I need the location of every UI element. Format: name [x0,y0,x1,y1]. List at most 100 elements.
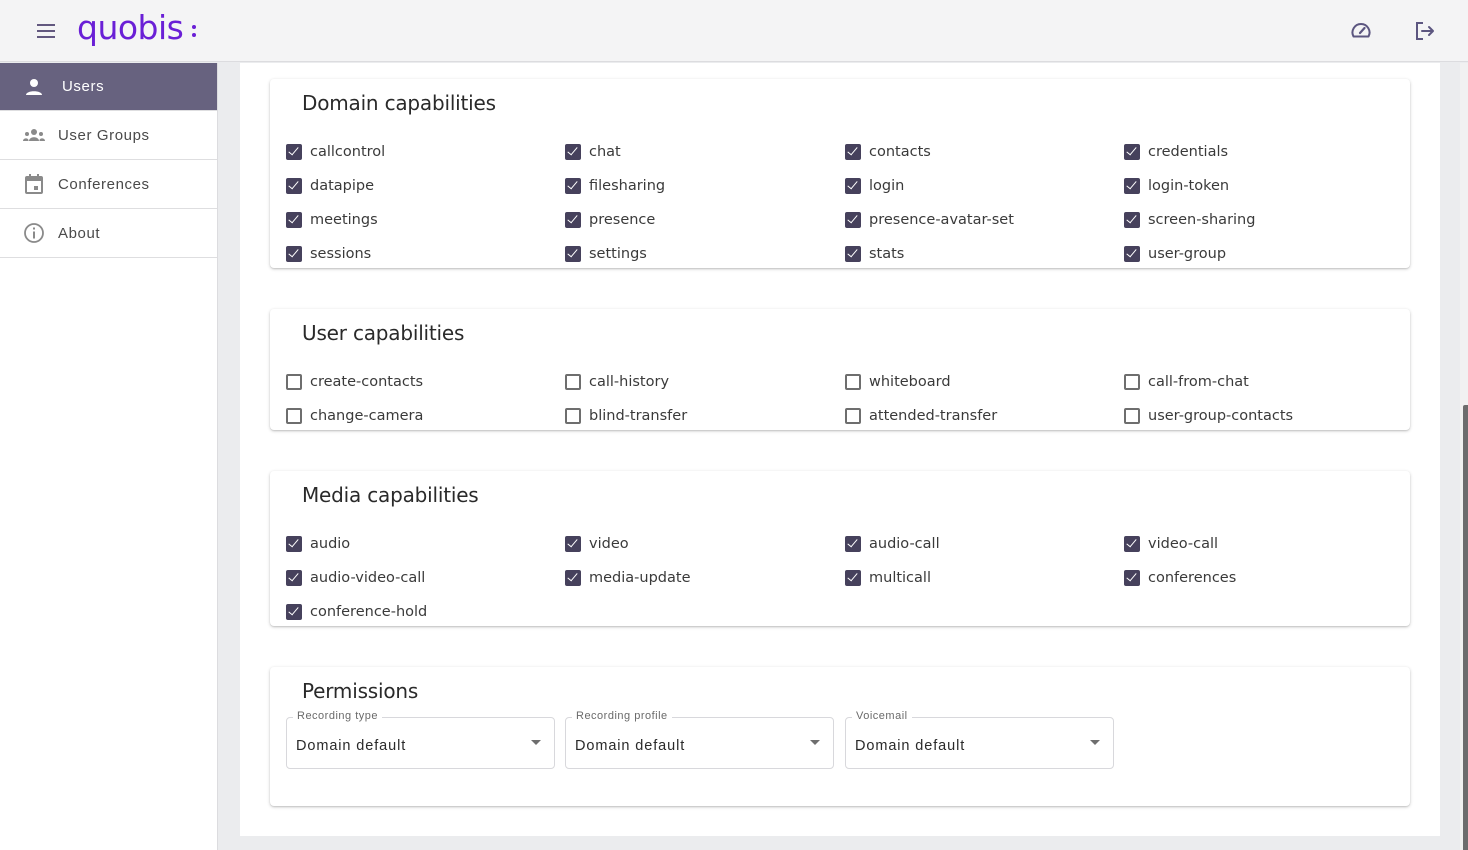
checkbox-checked-icon[interactable] [565,212,581,228]
checkbox-label: call-history [589,374,670,390]
capability-checkbox-audio-video-call[interactable]: audio-video-call [286,568,425,588]
recording-type-select[interactable]: Recording type Domain default [286,710,555,769]
checkbox-checked-icon[interactable] [845,570,861,586]
capability-checkbox-audio[interactable]: audio [286,534,350,554]
capability-checkbox-video[interactable]: video [565,534,629,554]
checkbox-label: whiteboard [869,374,951,390]
capability-checkbox-call-history[interactable]: call-history [565,372,669,392]
checkbox-unchecked-icon[interactable] [845,374,861,390]
checkbox-label: login-token [1148,178,1230,194]
capability-checkbox-media-update[interactable]: media-update [565,568,691,588]
select-label: Recording profile [572,710,672,722]
checkbox-checked-icon[interactable] [565,246,581,262]
checkbox-checked-icon[interactable] [1124,570,1140,586]
voicemail-select[interactable]: Voicemail Domain default [845,710,1114,769]
hamburger-menu-icon[interactable] [34,20,58,42]
checkbox-unchecked-icon[interactable] [565,408,581,424]
scrollbar[interactable] [1460,63,1468,850]
sidebar-item-label: Conferences [58,175,150,193]
capability-checkbox-screen-sharing[interactable]: screen-sharing [1124,210,1255,230]
capability-checkbox-chat[interactable]: chat [565,142,621,162]
checkbox-label: conference-hold [310,604,428,620]
top-bar: quobis [0,0,1468,62]
checkbox-checked-icon[interactable] [565,178,581,194]
capability-checkbox-sessions[interactable]: sessions [286,244,371,264]
capability-checkbox-whiteboard[interactable]: whiteboard [845,372,951,392]
capability-checkbox-video-call[interactable]: video-call [1124,534,1218,554]
capability-checkbox-user-group[interactable]: user-group [1124,244,1226,264]
sidebar-item-label: About [58,224,101,242]
checkbox-checked-icon[interactable] [565,144,581,160]
checkbox-checked-icon[interactable] [1124,144,1140,160]
checkbox-checked-icon[interactable] [845,212,861,228]
capability-checkbox-settings[interactable]: settings [565,244,647,264]
capability-checkbox-meetings[interactable]: meetings [286,210,378,230]
checkbox-label: contacts [869,144,931,160]
capability-checkbox-callcontrol[interactable]: callcontrol [286,142,385,162]
checkbox-unchecked-icon[interactable] [286,408,302,424]
capability-checkbox-audio-call[interactable]: audio-call [845,534,940,554]
capability-checkbox-user-group-contacts[interactable]: user-group-contacts [1124,406,1293,426]
checkbox-checked-icon[interactable] [845,246,861,262]
checkbox-label: settings [589,246,647,262]
checkbox-label: attended-transfer [869,408,998,424]
capability-checkbox-change-camera[interactable]: change-camera [286,406,423,426]
capability-checkbox-conference-hold[interactable]: conference-hold [286,602,427,622]
sidebar-item-about[interactable]: About [0,209,217,258]
checkbox-checked-icon[interactable] [1124,536,1140,552]
sidebar-item-users[interactable]: Users [0,63,217,111]
checkbox-checked-icon[interactable] [286,570,302,586]
checkbox-checked-icon[interactable] [565,570,581,586]
checkbox-checked-icon[interactable] [286,604,302,620]
checkbox-label: screen-sharing [1148,212,1256,228]
checkbox-checked-icon[interactable] [286,246,302,262]
section-title: Media capabilities [302,483,479,507]
capability-checkbox-presence[interactable]: presence [565,210,655,230]
dropdown-arrow-icon [810,740,820,745]
capability-checkbox-presence-avatar-set[interactable]: presence-avatar-set [845,210,1014,230]
checkbox-checked-icon[interactable] [565,536,581,552]
checkbox-checked-icon[interactable] [286,178,302,194]
capability-checkbox-call-from-chat[interactable]: call-from-chat [1124,372,1249,392]
section-title: Permissions [302,679,419,703]
capability-checkbox-multicall[interactable]: multicall [845,568,931,588]
checkbox-checked-icon[interactable] [845,178,861,194]
checkbox-label: presence-avatar-set [869,212,1014,228]
checkbox-checked-icon[interactable] [286,536,302,552]
checkbox-checked-icon[interactable] [286,212,302,228]
checkbox-checked-icon[interactable] [845,536,861,552]
checkbox-label: blind-transfer [589,408,688,424]
checkbox-label: video [589,536,629,552]
checkbox-unchecked-icon[interactable] [286,374,302,390]
checkbox-unchecked-icon[interactable] [565,374,581,390]
capability-checkbox-contacts[interactable]: contacts [845,142,931,162]
checkbox-checked-icon[interactable] [1124,246,1140,262]
logo: quobis [77,8,184,47]
sidebar-item-user-groups[interactable]: User Groups [0,111,217,160]
checkbox-label: change-camera [310,408,424,424]
capability-checkbox-blind-transfer[interactable]: blind-transfer [565,406,687,426]
checkbox-unchecked-icon[interactable] [1124,408,1140,424]
capability-checkbox-datapipe[interactable]: datapipe [286,176,374,196]
capability-checkbox-credentials[interactable]: credentials [1124,142,1228,162]
checkbox-unchecked-icon[interactable] [845,408,861,424]
checkbox-label: call-from-chat [1148,374,1249,390]
scrollbar-thumb[interactable] [1463,405,1468,850]
capability-checkbox-stats[interactable]: stats [845,244,904,264]
capability-checkbox-login-token[interactable]: login-token [1124,176,1229,196]
checkbox-checked-icon[interactable] [286,144,302,160]
recording-profile-select[interactable]: Recording profile Domain default [565,710,834,769]
checkbox-checked-icon[interactable] [845,144,861,160]
checkbox-checked-icon[interactable] [1124,212,1140,228]
sidebar-item-conferences[interactable]: Conferences [0,160,217,209]
capability-checkbox-attended-transfer[interactable]: attended-transfer [845,406,997,426]
checkbox-unchecked-icon[interactable] [1124,374,1140,390]
capability-checkbox-filesharing[interactable]: filesharing [565,176,665,196]
capability-checkbox-create-contacts[interactable]: create-contacts [286,372,423,392]
capability-checkbox-conferences[interactable]: conferences [1124,568,1236,588]
checkbox-checked-icon[interactable] [1124,178,1140,194]
checkbox-label: create-contacts [310,374,424,390]
logout-icon[interactable] [1413,19,1437,43]
speedometer-icon[interactable] [1349,19,1373,43]
capability-checkbox-login[interactable]: login [845,176,904,196]
